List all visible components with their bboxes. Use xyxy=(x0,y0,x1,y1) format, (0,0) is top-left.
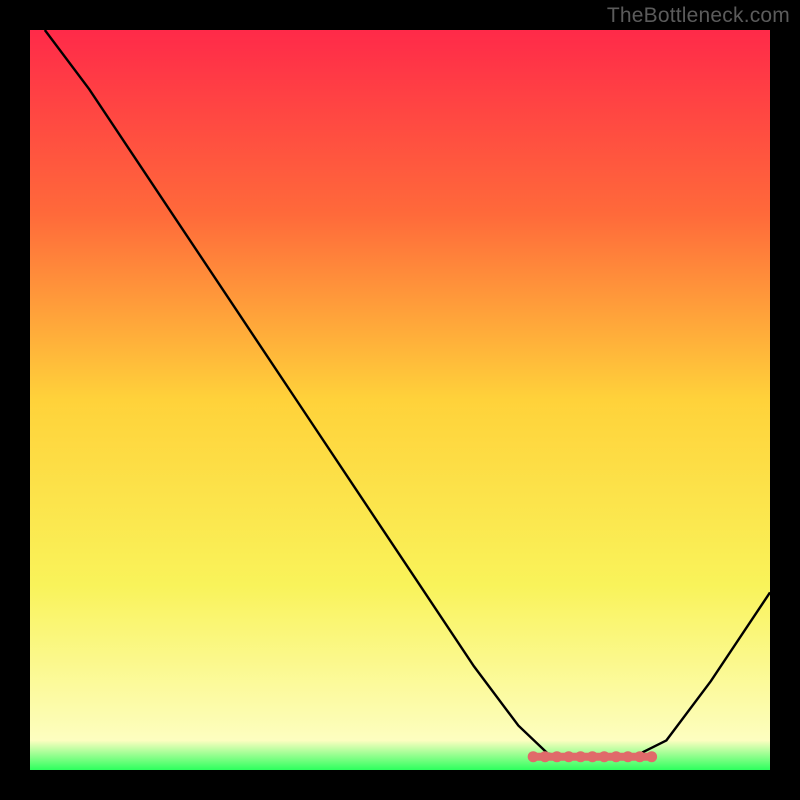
plot-area xyxy=(30,30,770,770)
optimal-range-highlight xyxy=(528,751,657,762)
gradient-background xyxy=(30,30,770,770)
chart-container: TheBottleneck.com xyxy=(0,0,800,800)
chart-svg xyxy=(30,30,770,770)
watermark-text: TheBottleneck.com xyxy=(607,4,790,28)
